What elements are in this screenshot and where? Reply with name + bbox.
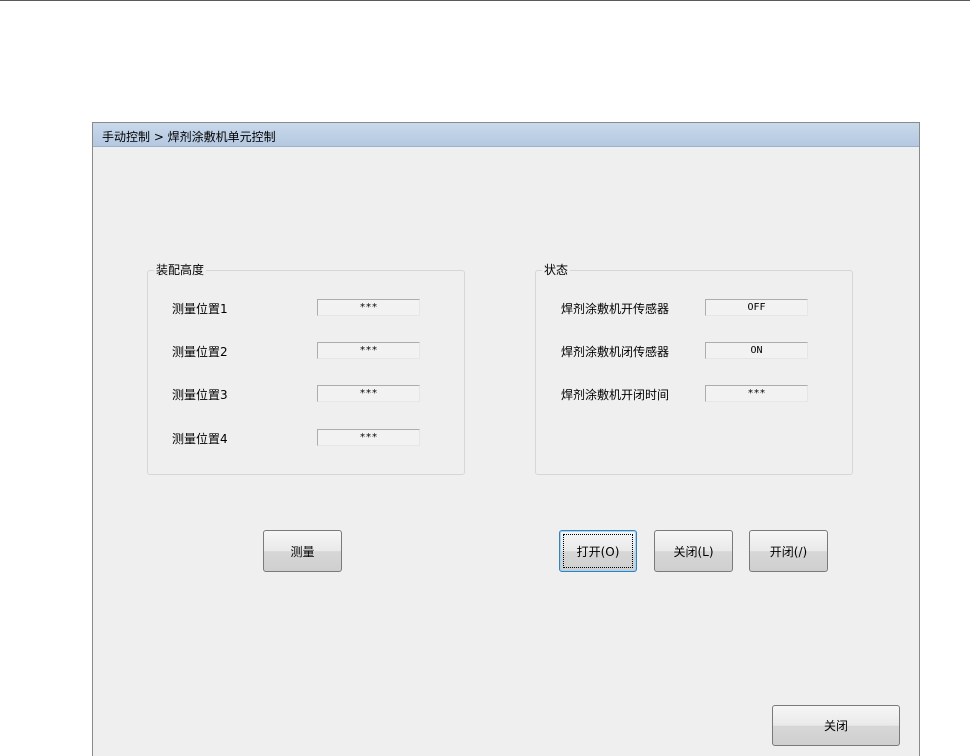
measure-button[interactable]: 测量	[263, 530, 342, 572]
close-window-button[interactable]: 关闭	[772, 705, 900, 746]
status-label: 焊剂涂敷机开传感器	[561, 302, 670, 316]
status-group: 状态 焊剂涂敷机开传感器 OFF 焊剂涂敷机闭传感器 ON 焊剂涂敷机开闭时间 …	[535, 263, 853, 475]
measure-position-row-1: 测量位置1 ***	[148, 299, 464, 317]
close-window-button-label: 关闭	[823, 719, 848, 733]
assembly-height-title: 装配高度	[154, 263, 207, 277]
measure-position-label: 测量位置4	[172, 432, 228, 446]
status-row-open-close-time: 焊剂涂敷机开闭时间 ***	[536, 385, 852, 403]
assembly-height-group: 装配高度 测量位置1 *** 测量位置2 *** 测量位置3 *** 测量位置4…	[147, 263, 465, 475]
close-unit-button[interactable]: 关闭(L)	[654, 530, 733, 572]
focus-ring	[563, 534, 633, 568]
breadcrumb: 手动控制 > 焊剂涂敷机单元控制	[102, 130, 276, 144]
measure-position-value: ***	[317, 385, 420, 402]
status-value: ***	[705, 385, 808, 402]
measure-position-row-4: 测量位置4 ***	[148, 429, 464, 447]
close-unit-button-label: 关闭(L)	[673, 544, 714, 559]
measure-position-label: 测量位置1	[172, 302, 228, 316]
status-label: 焊剂涂敷机闭传感器	[561, 345, 670, 359]
panel-header: 手动控制 > 焊剂涂敷机单元控制	[93, 123, 919, 147]
open-button[interactable]: 打开(O)	[559, 530, 637, 572]
measure-button-label: 测量	[290, 544, 315, 559]
status-value: ON	[705, 342, 808, 359]
top-border-line	[0, 0, 970, 1]
measure-position-label: 测量位置2	[172, 345, 228, 359]
open-close-button-label: 开闭(/)	[769, 544, 808, 559]
measure-position-value: ***	[317, 429, 420, 446]
measure-position-row-2: 测量位置2 ***	[148, 342, 464, 360]
status-value: OFF	[705, 299, 808, 316]
status-label: 焊剂涂敷机开闭时间	[561, 388, 670, 402]
status-row-close-sensor: 焊剂涂敷机闭传感器 ON	[536, 342, 852, 360]
open-close-button[interactable]: 开闭(/)	[749, 530, 828, 572]
measure-position-value: ***	[317, 342, 420, 359]
measure-position-value: ***	[317, 299, 420, 316]
status-row-open-sensor: 焊剂涂敷机开传感器 OFF	[536, 299, 852, 317]
measure-position-row-3: 测量位置3 ***	[148, 385, 464, 403]
unit-control-panel: 手动控制 > 焊剂涂敷机单元控制 装配高度 测量位置1 *** 测量位置2 **…	[92, 122, 920, 756]
status-title: 状态	[542, 263, 571, 277]
measure-position-label: 测量位置3	[172, 388, 228, 402]
